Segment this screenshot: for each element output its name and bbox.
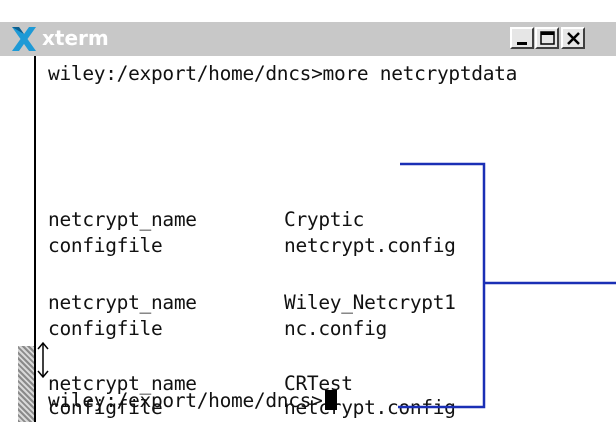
entry-config-row: configfile netcrypt.config (48, 234, 456, 257)
entry-name-key: netcrypt_name (48, 208, 197, 231)
maximize-icon (540, 31, 555, 45)
entry-config-key: configfile (48, 317, 163, 340)
titlebar[interactable]: xterm (0, 22, 616, 56)
x-logo-icon (12, 27, 36, 51)
text-cursor (324, 390, 337, 410)
command-line: wiley:/export/home/dncs>more netcryptdat… (48, 62, 518, 85)
terminal-area[interactable]: wiley:/export/home/dncs>more netcryptdat… (0, 56, 616, 422)
entry-config-value: nc.config (284, 317, 387, 340)
prompt-line[interactable]: wiley:/export/home/dncs> (48, 389, 337, 412)
entry-name-row: netcrypt_name Wiley_Netcrypt1 (48, 291, 456, 314)
entry-config-value: netcrypt.config (284, 234, 456, 257)
window-title: xterm (42, 26, 109, 50)
close-icon (567, 32, 580, 45)
prompt-text: wiley:/export/home/dncs> (48, 389, 323, 412)
close-button[interactable] (561, 27, 585, 49)
maximize-button[interactable] (535, 27, 559, 49)
entry-name-key: netcrypt_name (48, 291, 197, 314)
entry-config-row: configfile nc.config (48, 317, 387, 340)
scroll-thumb[interactable] (18, 346, 34, 422)
minimize-button[interactable] (510, 27, 534, 49)
entry-name-row: netcrypt_name Cryptic (48, 208, 364, 231)
entry-name-value: Cryptic (284, 208, 365, 231)
entry-config-key: configfile (48, 234, 163, 257)
page-top-strip (0, 0, 616, 22)
scrollbar[interactable] (18, 56, 36, 422)
entry-name-value: Wiley_Netcrypt1 (284, 291, 456, 314)
minimize-icon (517, 42, 527, 45)
xterm-window: xterm wiley:/export/home/dncs>more netcr… (0, 22, 616, 422)
